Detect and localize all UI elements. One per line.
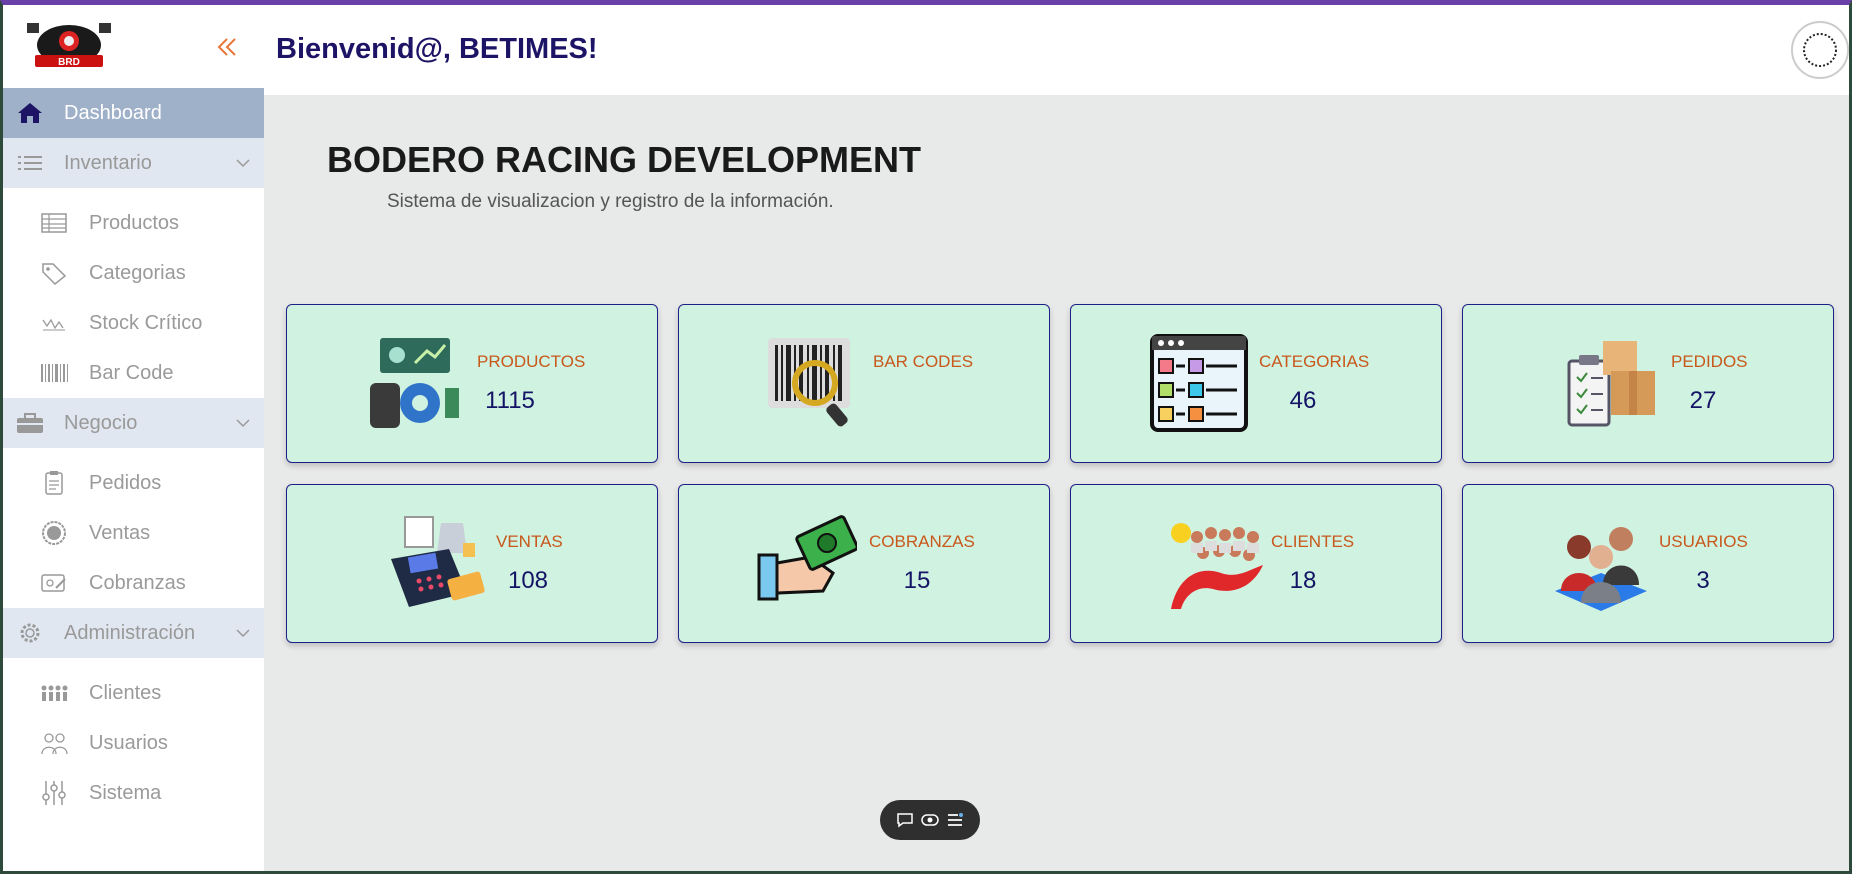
card-value: 46 [1289,387,1317,414]
card-title: VENTAS [496,532,563,551]
card-value: 18 [1289,567,1317,594]
page-title: BODERO RACING DEVELOPMENT [327,139,922,180]
sidebar-item-label: Usuarios [89,731,168,754]
sidebar-item-productos[interactable]: Productos [3,198,264,248]
sidebar-item-label: Stock Crítico [89,311,203,334]
sidebar-item-label: Ventas [89,521,151,544]
sidebar-item-label: Productos [89,211,180,234]
categories-window-icon [1150,334,1248,432]
card-usuarios[interactable]: USUARIOS 3 [1462,484,1834,643]
sidebar-item-cobranzas[interactable]: Cobranzas [3,558,264,608]
sidebar-item-label: Categorias [89,261,186,284]
sidebar-section-administracion[interactable]: Administración [3,608,264,658]
sidebar-item-ventas[interactable]: Ventas [3,508,264,558]
card-pedidos[interactable]: PEDIDOS 27 [1462,304,1834,463]
card-title: COBRANZAS [869,532,975,551]
sidebar-item-label: Cobranzas [89,571,186,594]
card-title: PRODUCTOS [477,352,586,371]
list-icon [18,156,42,170]
card-value: 15 [903,567,931,594]
card-clientes[interactable]: CLIENTES 18 [1070,484,1442,643]
sidebar-header: BRD [3,5,264,88]
barcode-icon [41,364,68,382]
floating-toolbar [880,800,980,840]
app-frame: BRD Dashboard Inventario Productos Categ… [0,0,1852,874]
hand-money-icon [757,515,857,601]
sidebar-item-label: Inventario [64,151,152,174]
menu-icon[interactable] [946,811,964,829]
chevron-down-icon [236,629,250,638]
customers-crowd-icon [1171,523,1263,609]
card-bar-codes[interactable]: BAR CODES [678,304,1050,463]
svg-text:BRD: BRD [58,57,80,68]
products-gear-icon [370,338,459,428]
sidebar-item-bar-code[interactable]: Bar Code [3,348,264,398]
users-icon [41,733,68,755]
card-value: 3 [1696,567,1710,594]
welcome-message: Bienvenid@, BETIMES! [276,33,598,65]
sidebar-item-pedidos[interactable]: Pedidos [3,458,264,508]
sidebar-item-dashboard[interactable]: Dashboard [3,88,264,138]
sidebar-item-label: Bar Code [89,361,174,384]
tag-icon [42,263,67,286]
avatar-logo-icon [1803,33,1837,67]
sidebar-section-inventario[interactable]: Inventario [3,138,264,188]
stock-chart-icon [42,318,65,331]
gear-icon [20,623,40,643]
chevron-down-icon [236,419,250,428]
main-content: BODERO RACING DEVELOPMENT Sistema de vis… [264,95,1849,871]
card-title: BAR CODES [873,352,974,371]
sidebar: BRD Dashboard Inventario Productos Categ… [3,5,264,871]
card-title: CLIENTES [1271,532,1355,551]
sidebar-section-negocio[interactable]: Negocio [3,398,264,448]
page-subtitle: Sistema de visualizacion y registro de l… [387,191,834,212]
collapse-sidebar-icon[interactable] [213,33,241,61]
user-avatar[interactable] [1791,21,1849,79]
home-icon [18,103,42,123]
table-icon [41,213,67,233]
clipboard-icon [45,471,63,495]
comment-icon[interactable] [896,811,914,829]
briefcase-icon [17,413,43,433]
people-group-icon [41,685,68,701]
sidebar-item-label: Administración [64,621,196,644]
sidebar-item-label: Pedidos [89,471,162,494]
card-value: 1115 [485,387,535,414]
toggle-view-icon[interactable] [921,811,939,829]
card-ventas[interactable]: VENTAS 108 [286,484,658,643]
payment-icon [41,574,66,592]
card-value: 108 [507,567,549,594]
sidebar-item-stock-critico[interactable]: Stock Crítico [3,298,264,348]
card-cobranzas[interactable]: COBRANZAS 15 [678,484,1050,643]
card-value: 27 [1689,387,1717,414]
sidebar-item-label: Negocio [64,411,138,434]
card-categorias[interactable]: CATEGORIAS 46 [1070,304,1442,463]
sidebar-item-sistema[interactable]: Sistema [3,768,264,818]
order-boxes-icon [1567,341,1655,427]
sliders-icon [42,781,66,805]
top-header: Bienvenid@, BETIMES! [264,5,1849,95]
chevron-down-icon [236,159,250,168]
barcode-scan-icon [768,338,850,427]
card-title: USUARIOS [1659,532,1748,551]
payment-terminal-icon [391,516,485,607]
company-logo: BRD [27,23,111,68]
sidebar-item-label: Dashboard [64,101,162,124]
sidebar-item-label: Sistema [89,781,162,804]
sidebar-item-clientes[interactable]: Clientes [3,668,264,718]
sidebar-item-usuarios[interactable]: Usuarios [3,718,264,768]
users-group-icon [1555,527,1647,611]
card-title: CATEGORIAS [1259,352,1370,371]
sidebar-item-categorias[interactable]: Categorias [3,248,264,298]
sale-badge-icon [42,521,66,545]
card-productos[interactable]: PRODUCTOS 1115 [286,304,658,463]
sidebar-item-label: Clientes [89,681,162,704]
card-title: PEDIDOS [1671,352,1748,371]
